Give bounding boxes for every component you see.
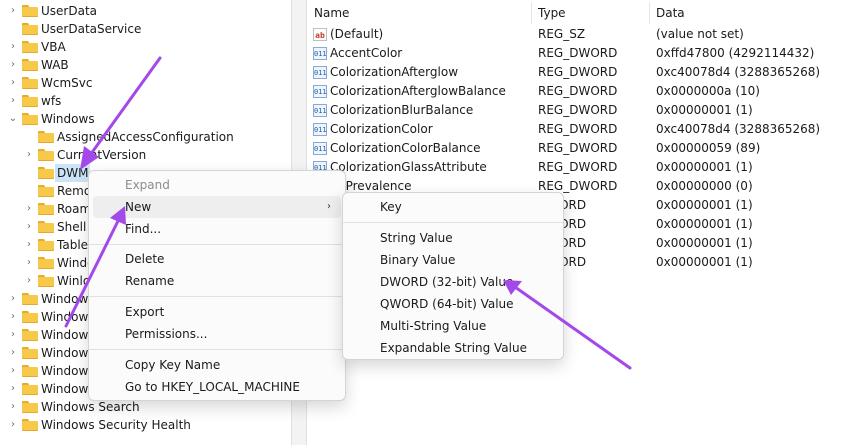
tree-item-wfs[interactable]: › wfs bbox=[0, 92, 291, 110]
chevron-right-icon[interactable]: › bbox=[24, 200, 34, 218]
chevron-right-icon: › bbox=[327, 201, 331, 212]
tree-item-userdataservice[interactable]: UserDataService bbox=[0, 20, 291, 38]
menu-item-find[interactable]: Find... bbox=[93, 218, 341, 240]
folder-icon bbox=[22, 383, 38, 395]
menu-item-expand[interactable]: Expand bbox=[93, 174, 341, 196]
chevron-down-icon[interactable]: ⌄ bbox=[8, 110, 18, 128]
value-row[interactable]: 011 ColorizationGlassAttribute REG_DWORD 0x… bbox=[308, 158, 846, 177]
tree-item-userdata[interactable]: › UserData bbox=[0, 2, 291, 20]
dword-value-icon: 011 bbox=[313, 66, 327, 79]
folder-icon bbox=[38, 221, 54, 233]
folder-icon bbox=[38, 203, 54, 215]
chevron-right-icon[interactable]: › bbox=[8, 344, 18, 362]
chevron-right-icon[interactable]: › bbox=[24, 254, 34, 272]
folder-icon bbox=[22, 23, 38, 35]
value-row[interactable]: ab (Default) REG_SZ (value not set) bbox=[308, 25, 846, 44]
menu-item-copy-key-name[interactable]: Copy Key Name bbox=[93, 354, 341, 376]
new-submenu: Key String Value Binary Value DWORD (32-… bbox=[342, 192, 564, 360]
tree-item-assignedaccessconfiguration[interactable]: AssignedAccessConfiguration bbox=[0, 128, 291, 146]
submenu-item-expandable-string-value[interactable]: Expandable String Value bbox=[347, 337, 559, 359]
folder-icon bbox=[38, 257, 54, 269]
folder-icon bbox=[22, 77, 38, 89]
folder-icon bbox=[22, 311, 38, 323]
column-header-name[interactable]: Name bbox=[308, 2, 532, 24]
submenu-item-binary-value[interactable]: Binary Value bbox=[347, 249, 559, 271]
folder-icon bbox=[38, 185, 54, 197]
chevron-right-icon[interactable]: › bbox=[8, 56, 18, 74]
submenu-item-multi-string-value[interactable]: Multi-String Value bbox=[347, 315, 559, 337]
folder-icon bbox=[22, 41, 38, 53]
menu-separator bbox=[89, 296, 345, 297]
chevron-right-icon[interactable]: › bbox=[8, 398, 18, 416]
value-row[interactable]: 011 ColorizationColor REG_DWORD 0xc40078d4 … bbox=[308, 120, 846, 139]
menu-item-export[interactable]: Export bbox=[93, 301, 341, 323]
tree-item-wcmsvc[interactable]: › WcmSvc bbox=[0, 74, 291, 92]
submenu-item-key[interactable]: Key bbox=[347, 196, 559, 218]
context-menu: Expand New › Find... Delete Rename Export… bbox=[88, 170, 346, 401]
column-header-data[interactable]: Data bbox=[650, 2, 846, 24]
chevron-right-icon[interactable]: › bbox=[8, 38, 18, 56]
menu-separator bbox=[343, 222, 563, 223]
menu-separator bbox=[89, 349, 345, 350]
value-row[interactable]: 011 ColorizationBlurBalance REG_DWORD 0x000… bbox=[308, 101, 846, 120]
folder-icon bbox=[22, 113, 38, 125]
tree-item-currentversion[interactable]: › CurrentVersion bbox=[0, 146, 291, 164]
value-row[interactable]: 011 AccentColor REG_DWORD 0xffd47800 (42921… bbox=[308, 44, 846, 63]
menu-item-permissions[interactable]: Permissions... bbox=[93, 323, 341, 345]
string-value-icon: ab bbox=[313, 28, 327, 41]
dword-value-icon: 011 bbox=[313, 85, 327, 98]
folder-icon bbox=[38, 167, 54, 179]
folder-icon bbox=[22, 347, 38, 359]
menu-item-goto-hklm[interactable]: Go to HKEY_LOCAL_MACHINE bbox=[93, 376, 341, 398]
dword-value-icon: 011 bbox=[313, 47, 327, 60]
folder-icon bbox=[22, 365, 38, 377]
chevron-right-icon[interactable]: › bbox=[24, 272, 34, 290]
folder-icon bbox=[22, 401, 38, 413]
folder-icon bbox=[22, 59, 38, 71]
submenu-item-qword-value[interactable]: QWORD (64-bit) Value bbox=[347, 293, 559, 315]
folder-icon bbox=[38, 131, 54, 143]
chevron-right-icon[interactable]: › bbox=[8, 308, 18, 326]
folder-icon bbox=[22, 5, 38, 17]
dword-value-icon: 011 bbox=[313, 104, 327, 117]
folder-icon bbox=[38, 275, 54, 287]
chevron-right-icon[interactable]: › bbox=[8, 92, 18, 110]
chevron-right-icon[interactable]: › bbox=[8, 416, 18, 434]
chevron-right-icon[interactable]: › bbox=[8, 326, 18, 344]
chevron-right-icon[interactable]: › bbox=[8, 362, 18, 380]
chevron-right-icon[interactable]: › bbox=[8, 380, 18, 398]
folder-icon bbox=[38, 149, 54, 161]
menu-item-new[interactable]: New › bbox=[93, 196, 341, 218]
value-row[interactable]: 011 ColorizationAfterglow REG_DWORD 0xc4007… bbox=[308, 63, 846, 82]
column-header-type[interactable]: Type bbox=[532, 2, 650, 24]
menu-separator bbox=[89, 244, 345, 245]
chevron-right-icon[interactable]: › bbox=[8, 290, 18, 308]
submenu-item-dword-value[interactable]: DWORD (32-bit) Value bbox=[347, 271, 559, 293]
tree-item-wab[interactable]: › WAB bbox=[0, 56, 291, 74]
chevron-right-icon[interactable]: › bbox=[24, 146, 34, 164]
tree-item-vba[interactable]: › VBA bbox=[0, 38, 291, 56]
folder-icon bbox=[22, 95, 38, 107]
folder-icon bbox=[38, 239, 54, 251]
tree-item-windows-security-health[interactable]: › Windows Security Health bbox=[0, 416, 291, 434]
chevron-right-icon[interactable]: › bbox=[24, 218, 34, 236]
dword-value-icon: 011 bbox=[313, 142, 327, 155]
submenu-item-string-value[interactable]: String Value bbox=[347, 227, 559, 249]
folder-icon bbox=[22, 329, 38, 341]
folder-icon bbox=[22, 293, 38, 305]
list-header: Name Type Data bbox=[308, 2, 846, 24]
menu-item-rename[interactable]: Rename bbox=[93, 270, 341, 292]
dword-value-icon: 011 bbox=[313, 123, 327, 136]
tree-item-windows[interactable]: ⌄ Windows bbox=[0, 110, 291, 128]
value-row[interactable]: 011 ColorizationColorBalance REG_DWORD 0x00… bbox=[308, 139, 846, 158]
chevron-right-icon[interactable]: › bbox=[24, 236, 34, 254]
folder-icon bbox=[22, 419, 38, 431]
value-row[interactable]: 011 ColorizationAfterglowBalance REG_DWORD… bbox=[308, 82, 846, 101]
chevron-right-icon[interactable]: › bbox=[8, 74, 18, 92]
chevron-right-icon[interactable]: › bbox=[8, 2, 18, 20]
menu-item-new-label: New bbox=[125, 200, 152, 214]
menu-item-delete[interactable]: Delete bbox=[93, 248, 341, 270]
